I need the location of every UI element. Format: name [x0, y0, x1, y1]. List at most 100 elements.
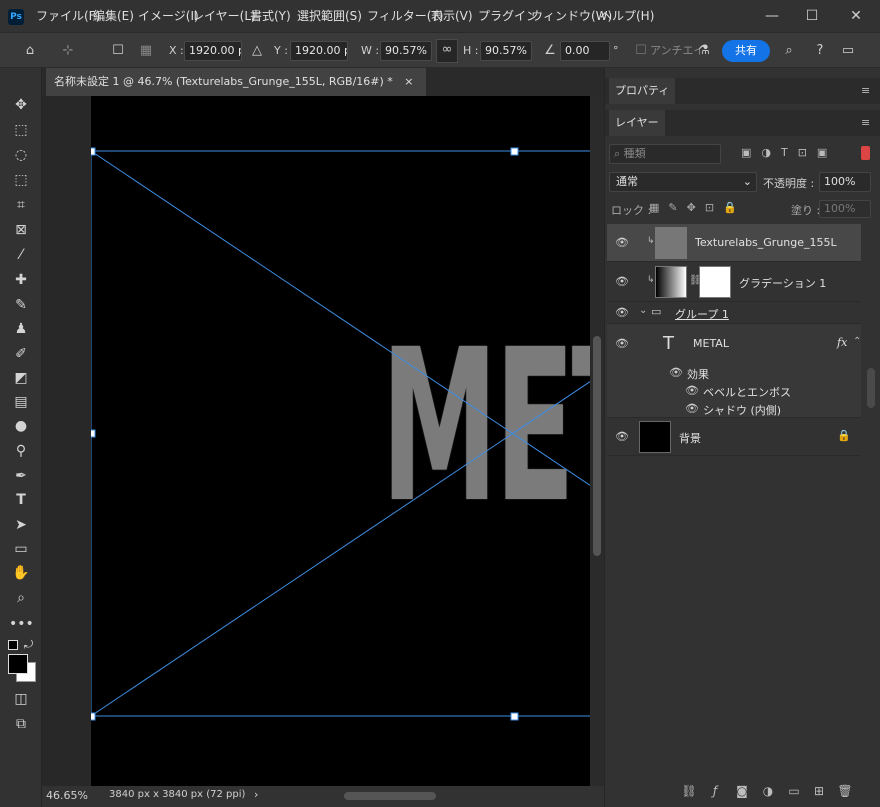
filter-toggle-icon[interactable]	[861, 146, 870, 160]
angle-field[interactable]: 0.00	[560, 41, 610, 61]
delete-layer-icon[interactable]: 🗑	[837, 783, 853, 799]
pen-tool-icon[interactable]: ✒	[9, 465, 33, 487]
marquee-tool-icon[interactable]: ⬚	[9, 119, 33, 141]
blend-mode-select[interactable]: 通常 ⌄	[609, 172, 757, 192]
eyedropper-tool-icon[interactable]: ⁄	[9, 244, 33, 266]
menu-help[interactable]: ヘルプ(H)	[600, 0, 654, 32]
y-field[interactable]: 1920.00 px	[290, 41, 348, 61]
rectangle-tool-icon[interactable]: ▭	[9, 538, 33, 560]
share-button[interactable]: 共有	[722, 40, 770, 62]
height-field[interactable]: 90.57%	[480, 41, 532, 61]
brush-tool-icon[interactable]: ✎	[9, 294, 33, 316]
healing-brush-tool-icon[interactable]: ✚	[9, 269, 33, 291]
layer-row-background[interactable]: 👁 背景 🔒	[607, 418, 861, 456]
search-icon[interactable]: ⌕	[779, 41, 799, 61]
eye-icon[interactable]: 👁	[615, 337, 629, 351]
layer-name[interactable]: グループ 1	[675, 306, 729, 322]
eye-icon[interactable]: 👁	[615, 275, 629, 289]
layer-name[interactable]: 背景	[679, 430, 701, 446]
quick-mask-icon[interactable]: ◫	[9, 688, 33, 710]
horizontal-scroll-thumb[interactable]	[344, 792, 436, 800]
foreground-color-swatch[interactable]	[8, 654, 28, 674]
vertical-scroll-thumb[interactable]	[593, 336, 601, 556]
crop-tool-icon[interactable]: ⌗	[9, 194, 33, 216]
adjustment-layer-icon[interactable]: ◑	[760, 783, 776, 799]
hand-tool-icon[interactable]: ✋	[9, 562, 33, 584]
mask-thumbnail[interactable]	[699, 266, 731, 298]
layer-name[interactable]: Texturelabs_Grunge_155L	[695, 236, 837, 249]
path-select-tool-icon[interactable]: ➤	[9, 514, 33, 536]
layer-name[interactable]: METAL	[693, 337, 729, 350]
canvas-area[interactable]: METAL	[42, 96, 604, 786]
link-layers-icon[interactable]: ⛓	[681, 783, 697, 799]
layer-filter-icons[interactable]: ▣◑T⊡▣	[741, 146, 837, 159]
menu-layer[interactable]: レイヤー(L)	[192, 0, 256, 32]
layer-name[interactable]: グラデーション 1	[739, 275, 826, 291]
gradient-tool-icon[interactable]: ▤	[9, 391, 33, 413]
layer-row-gradient[interactable]: 👁 ↳ ⛓ グラデーション 1	[607, 262, 861, 302]
x-field[interactable]: 1920.00 px	[184, 41, 242, 61]
effect-shadow-row[interactable]: 👁 シャドウ (内側)	[607, 400, 861, 418]
opacity-field[interactable]: 100%	[819, 172, 871, 192]
layers-menu-icon[interactable]: ≡	[861, 116, 870, 129]
layers-tab[interactable]: レイヤー	[609, 110, 665, 136]
menu-file[interactable]: ファイル(F)	[36, 0, 100, 32]
eye-icon[interactable]: 👁	[615, 430, 629, 444]
eraser-tool-icon[interactable]: ◩	[9, 367, 33, 389]
menu-type[interactable]: 書式(Y)	[250, 0, 291, 32]
lock-icons[interactable]: ▦✎✥⊡🔒	[649, 201, 746, 214]
eye-icon[interactable]: 👁	[669, 366, 683, 380]
more-tools-icon[interactable]: •••	[9, 613, 34, 635]
object-select-tool-icon[interactable]: ⬚	[9, 169, 33, 191]
link-icon[interactable]: ∞	[436, 39, 458, 63]
relative-position-icon[interactable]: △	[247, 41, 267, 61]
help-icon[interactable]: ?	[810, 41, 830, 61]
new-layer-icon[interactable]: ⊞	[811, 783, 827, 799]
transform-origin-icon[interactable]: ⊹	[58, 41, 78, 61]
close-tab-icon[interactable]: ×	[404, 75, 413, 88]
reference-grid-icon[interactable]: ▦	[136, 41, 156, 61]
blur-tool-icon[interactable]: ●	[9, 415, 33, 437]
eye-icon[interactable]: 👁	[685, 402, 699, 416]
add-style-icon[interactable]: ƒ	[707, 783, 723, 799]
zoom-tool-icon[interactable]: ⌕	[9, 587, 33, 609]
panel-menu-icon[interactable]: ≡	[861, 84, 870, 97]
layers-scroll-thumb[interactable]	[867, 368, 875, 408]
default-colors-icon[interactable]	[8, 640, 18, 650]
chevron-up-icon[interactable]: ⌃	[853, 336, 861, 347]
lasso-tool-icon[interactable]: ◌	[9, 144, 33, 166]
properties-tab[interactable]: プロパティ	[609, 78, 676, 104]
eye-icon[interactable]: 👁	[615, 306, 629, 320]
layer-filter-select[interactable]: ⌕ 種類	[609, 144, 721, 164]
menu-image[interactable]: イメージ(I)	[138, 0, 199, 32]
menu-view[interactable]: 表示(V)	[431, 0, 473, 32]
workspace-icon[interactable]: ▭	[838, 41, 858, 61]
reference-point-checkbox[interactable]: ☐	[108, 41, 128, 61]
move-tool-icon[interactable]: ✥	[9, 94, 33, 116]
history-brush-tool-icon[interactable]: ✐	[9, 343, 33, 365]
fill-field[interactable]: 100%	[819, 200, 871, 218]
vertical-scrollbar[interactable]	[590, 96, 604, 786]
frame-tool-icon[interactable]: ⊠	[9, 219, 33, 241]
minimize-icon[interactable]: —	[762, 6, 782, 26]
eye-icon[interactable]: 👁	[615, 236, 629, 250]
add-mask-icon[interactable]: ◙	[734, 783, 750, 799]
flask-icon[interactable]: ⚗	[694, 41, 714, 61]
document-canvas[interactable]: METAL	[91, 96, 591, 786]
effects-row[interactable]: 👁 効果	[607, 364, 861, 382]
antialias-checkbox[interactable]: ☐	[631, 41, 651, 61]
maximize-icon[interactable]: ☐	[802, 6, 822, 26]
status-menu-arrow-icon[interactable]: ›	[254, 788, 258, 801]
home-icon[interactable]: ⌂	[20, 41, 40, 61]
new-group-icon[interactable]: ▭	[786, 783, 802, 799]
close-window-icon[interactable]: ✕	[846, 6, 866, 26]
stamp-tool-icon[interactable]: ♟	[9, 318, 33, 340]
menu-edit[interactable]: 編集(E)	[93, 0, 134, 32]
zoom-level[interactable]: 46.65%	[46, 789, 88, 802]
layer-row-texture[interactable]: 👁 ↳ Texturelabs_Grunge_155L	[607, 224, 861, 262]
layer-row-group[interactable]: 👁 ⌄ ▭ グループ 1	[607, 302, 861, 324]
fx-icon[interactable]: fx	[837, 336, 847, 349]
layer-row-metal[interactable]: 👁 T METAL fx ⌃	[607, 324, 861, 364]
screen-mode-icon[interactable]: ⧉	[9, 713, 33, 735]
effect-bevel-row[interactable]: 👁 ベベルとエンボス	[607, 382, 861, 400]
